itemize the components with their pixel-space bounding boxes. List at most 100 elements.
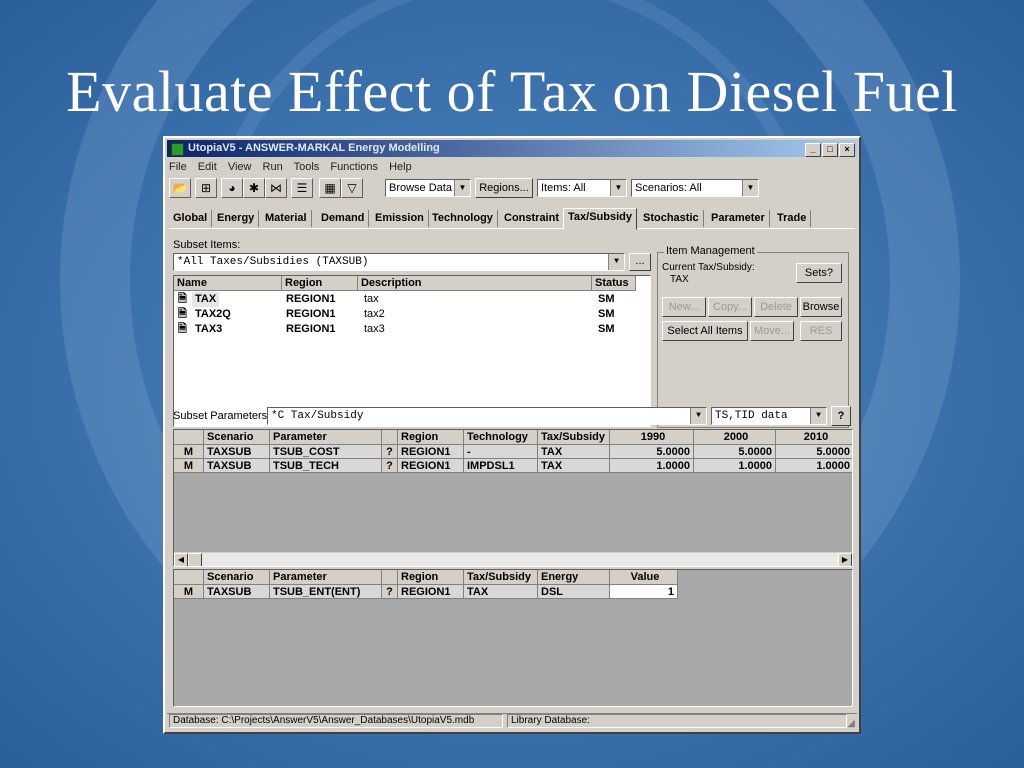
cell-scenario[interactable]: TAXSUB (204, 445, 270, 459)
cell-1990[interactable]: 5.0000 (610, 445, 694, 459)
lower-header-parameter[interactable]: Parameter (270, 570, 382, 585)
menu-help[interactable]: Help (389, 161, 412, 173)
grid-header-tax-subsidy[interactable]: Tax/Subsidy (538, 430, 610, 445)
res-button[interactable]: RES (800, 321, 842, 341)
column-header-region[interactable]: Region (282, 276, 358, 291)
lower-header-value[interactable]: Value (610, 570, 678, 585)
cell-region[interactable]: REGION1 (398, 445, 464, 459)
cell-1990[interactable]: 1.0000 (610, 459, 694, 473)
ts-tid-select[interactable]: TS,TID data ▼ (711, 407, 827, 425)
menu-tools[interactable]: Tools (294, 161, 320, 173)
tab-parameter[interactable]: Parameter (707, 210, 770, 227)
select-all-items-button[interactable]: Select All Items (662, 321, 748, 341)
menu-file[interactable]: File (169, 161, 187, 173)
delete-button[interactable]: Delete (754, 297, 798, 317)
grid-header-2000[interactable]: 2000 (694, 430, 776, 445)
browse-mode-select[interactable]: Browse Data ▼ (385, 179, 471, 197)
tree-icon[interactable]: ⋈ (265, 178, 287, 198)
column-header-status[interactable]: Status (592, 276, 636, 291)
cell-parameter[interactable]: TSUB_TECH (270, 459, 382, 473)
open-folder-icon[interactable]: 📂 (169, 178, 191, 198)
tab-global[interactable]: Global (169, 210, 213, 227)
help-button[interactable]: ? (831, 406, 851, 426)
items-select[interactable]: Items: All ▼ (537, 179, 627, 197)
grid-header-1990[interactable]: 1990 (610, 430, 694, 445)
tab-material[interactable]: Material (261, 210, 312, 227)
subset-items-more-button[interactable]: ... (629, 253, 651, 271)
lower-header-tax-subsidy[interactable]: Tax/Subsidy (464, 570, 538, 585)
browse-button[interactable]: Browse (800, 297, 842, 317)
grid-header-technology[interactable]: Technology (464, 430, 538, 445)
cell-tax-subsidy[interactable]: TAX (538, 445, 610, 459)
grid-header-2010[interactable]: 2010 (776, 430, 852, 445)
cell-2010[interactable]: 5.0000 (776, 445, 852, 459)
grid-icon[interactable]: ⊞ (195, 178, 217, 198)
cell-help[interactable]: ? (382, 459, 398, 473)
tab-stochastic[interactable]: Stochastic (639, 210, 704, 227)
menu-edit[interactable]: Edit (198, 161, 217, 173)
subset-parameters-select[interactable]: *C Tax/Subsidy ▼ (267, 407, 707, 425)
lower-header-region[interactable]: Region (398, 570, 464, 585)
tab-energy[interactable]: Energy (213, 210, 260, 227)
cell-tax-subsidy[interactable]: TAX (464, 585, 538, 599)
network-icon[interactable]: ✱ (243, 178, 265, 198)
cell-region[interactable]: REGION1 (398, 459, 464, 473)
grid-header-scenario[interactable]: Scenario (204, 430, 270, 445)
window-titlebar[interactable]: UtopiaV5 - ANSWER-MARKAL Energy Modellin… (167, 140, 857, 157)
cell-parameter[interactable]: TSUB_ENT(ENT) (270, 585, 382, 599)
move-button[interactable]: Move... (750, 321, 794, 341)
close-button[interactable]: × (839, 143, 855, 157)
scenarios-select[interactable]: Scenarios: All ▼ (631, 179, 759, 197)
grid-header-parameter[interactable]: Parameter (270, 430, 382, 445)
scroll-thumb[interactable] (188, 553, 202, 566)
item-name: TAX (192, 292, 220, 307)
menu-functions[interactable]: Functions (330, 161, 378, 173)
cell-scenario[interactable]: TAXSUB (204, 459, 270, 473)
tab-trade[interactable]: Trade (773, 210, 812, 227)
scroll-right-icon[interactable]: ▶ (838, 553, 852, 566)
minimize-button[interactable]: _ (805, 143, 821, 157)
window-title: UtopiaV5 - ANSWER-MARKAL Energy Modellin… (188, 142, 440, 154)
cell-help[interactable]: ? (382, 585, 398, 599)
cell-scenario[interactable]: TAXSUB (204, 585, 270, 599)
scenarios-value: Scenarios: All (635, 182, 702, 194)
lower-header-scenario[interactable]: Scenario (204, 570, 270, 585)
filter-icon[interactable]: ▽ (341, 178, 363, 198)
column-header-description[interactable]: Description (358, 276, 592, 291)
cell-energy[interactable]: DSL (538, 585, 610, 599)
lower-header-energy[interactable]: Energy (538, 570, 610, 585)
cell-2010[interactable]: 1.0000 (776, 459, 852, 473)
list-icon[interactable]: ☰ (291, 178, 313, 198)
resize-grip-icon[interactable]: ◢ (847, 716, 855, 732)
chart-icon[interactable]: ◕ (221, 178, 243, 198)
tab-constraint[interactable]: Constraint (500, 210, 564, 227)
new-button[interactable]: New... (662, 297, 706, 317)
cell-value[interactable]: 1 (610, 585, 678, 599)
cell-tax-subsidy[interactable]: TAX (538, 459, 610, 473)
tab-tax-subsidy[interactable]: Tax/Subsidy (563, 208, 637, 230)
grid-header-region[interactable]: Region (398, 430, 464, 445)
subset-items-select[interactable]: *All Taxes/Subsidies (TAXSUB) ▼ (173, 253, 625, 271)
maximize-button[interactable]: □ (822, 143, 838, 157)
copy-button[interactable]: Copy... (708, 297, 752, 317)
table-filter-icon[interactable]: ▦ (319, 178, 341, 198)
cell-2000[interactable]: 1.0000 (694, 459, 776, 473)
cell-technology[interactable]: IMPDSL1 (464, 459, 538, 473)
tab-technology[interactable]: Technology (428, 210, 498, 227)
tab-emission[interactable]: Emission (371, 210, 429, 227)
lower-header-marker (174, 570, 204, 585)
cell-help[interactable]: ? (382, 445, 398, 459)
item-description: tax (364, 293, 379, 305)
scroll-left-icon[interactable]: ◀ (174, 553, 188, 566)
sets-button[interactable]: Sets? (796, 263, 842, 283)
column-header-name[interactable]: Name (174, 276, 282, 291)
cell-region[interactable]: REGION1 (398, 585, 464, 599)
cell-parameter[interactable]: TSUB_COST (270, 445, 382, 459)
menu-view[interactable]: View (228, 161, 252, 173)
tab-demand[interactable]: Demand (317, 210, 370, 227)
cell-2000[interactable]: 5.0000 (694, 445, 776, 459)
menu-run[interactable]: Run (263, 161, 283, 173)
horizontal-scrollbar[interactable]: ◀ ▶ (174, 552, 852, 566)
cell-technology[interactable]: - (464, 445, 538, 459)
regions-button[interactable]: Regions... (475, 178, 533, 198)
